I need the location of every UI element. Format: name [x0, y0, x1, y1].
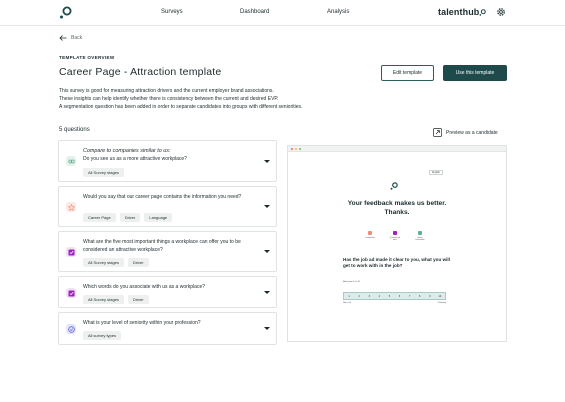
top-navigation: Surveys Dashboard Analysis talenthub: [0, 0, 565, 26]
star-icon: [66, 202, 76, 212]
external-preview-icon: [433, 128, 442, 137]
template-description: This survey is good for measuring attrac…: [59, 87, 389, 111]
tag: Driver: [127, 258, 149, 267]
question-tags: All Survey stages Driver: [83, 295, 149, 304]
question-card[interactable]: What is your level of seniority within y…: [58, 312, 277, 345]
back-label: Back: [71, 35, 83, 41]
driver-icon: [393, 231, 397, 235]
driver-label: Salary information: [415, 237, 425, 241]
question-card[interactable]: What are the five most important things …: [58, 231, 277, 272]
scale-option[interactable]: 4: [374, 293, 384, 299]
question-tags: All survey types: [83, 331, 122, 340]
scale-option[interactable]: 9: [425, 293, 435, 299]
preview-driver-icons: Competitive Quickest job offer Salary in…: [364, 231, 426, 241]
question-group-label: Compare to companies similar to us:: [83, 148, 171, 154]
brand-logo-icon: [479, 9, 487, 16]
nav-surveys[interactable]: Surveys: [161, 9, 183, 15]
question-text: What are the five most important things …: [83, 239, 241, 253]
multiple-choice-icon: [66, 247, 76, 257]
preview-scale-instruction: Rate from 1 to 10: [343, 281, 360, 283]
question-count: 5 questions: [59, 127, 90, 133]
tag: All Survey stages: [83, 258, 124, 267]
nav-dashboard[interactable]: Dashboard: [240, 9, 269, 15]
survey-preview-panel: English Your feedback makes us better. T…: [287, 145, 507, 342]
question-text: Would you say that our career page conta…: [83, 194, 242, 200]
scale-option[interactable]: 6: [394, 293, 404, 299]
tag: All Survey stages: [83, 295, 124, 304]
chevron-down-icon[interactable]: [264, 160, 270, 163]
driver-icon: [418, 231, 422, 235]
question-text: What is your level of seniority within y…: [83, 320, 201, 326]
arrow-left-icon: [59, 35, 67, 41]
scale-end-labels: Not at all Definitely: [343, 302, 446, 304]
rating-scale[interactable]: 1 2 3 4 5 6 7 8 9 10: [343, 292, 446, 300]
question-tags: Career Page Driver Language: [83, 213, 173, 222]
chevron-down-icon[interactable]: [264, 327, 270, 330]
preview-headline-thanks: Thanks.: [384, 209, 410, 216]
scale-option[interactable]: 1: [344, 293, 354, 299]
tag: Career Page: [83, 213, 116, 222]
scale-option[interactable]: 8: [415, 293, 425, 299]
driver-label: Competitive: [365, 237, 375, 239]
driver-option[interactable]: Quickest job offer: [389, 231, 401, 241]
driver-option[interactable]: Competitive: [364, 231, 376, 241]
preview-headline: Your feedback makes us better.: [347, 200, 447, 207]
brand-wordmark: talenthub: [438, 7, 487, 17]
tag: Driver: [119, 213, 141, 222]
driver-icon: [368, 231, 372, 235]
chevron-down-icon[interactable]: [264, 250, 270, 253]
question-card[interactable]: Would you say that our career page conta…: [58, 186, 277, 227]
preview-question: Has the job ad made it clear to you, wha…: [343, 257, 450, 268]
nav-analysis[interactable]: Analysis: [327, 9, 349, 15]
window-dot: [299, 148, 301, 150]
description-line: This survey is good for measuring attrac…: [59, 88, 274, 94]
question-card[interactable]: Compare to companies similar to us: Do y…: [58, 140, 277, 182]
scale-option[interactable]: 3: [364, 293, 374, 299]
browser-bar: [288, 146, 506, 152]
window-dot: [295, 148, 297, 150]
edit-template-button[interactable]: Edit template: [381, 65, 434, 81]
use-template-button[interactable]: Use this template: [443, 65, 507, 81]
page-title: Career Page - Attraction template: [59, 66, 222, 78]
logo-icon[interactable]: [59, 6, 72, 19]
tag: All Survey stages: [83, 168, 124, 177]
scale-option[interactable]: 7: [405, 293, 415, 299]
description-line: These insights can help identify whether…: [59, 96, 279, 102]
question-tags: All Survey stages Driver: [83, 258, 149, 267]
question-text: Which words do you associate with us as …: [83, 284, 206, 290]
chevron-down-icon[interactable]: [264, 291, 270, 294]
section-overline: TEMPLATE OVERVIEW: [59, 55, 115, 60]
language-select[interactable]: English: [429, 170, 443, 175]
description-line: A segmentation question has been added i…: [59, 104, 303, 110]
tag: Driver: [127, 295, 149, 304]
compare-icon: [66, 156, 76, 166]
back-link[interactable]: Back: [59, 34, 82, 42]
chevron-down-icon[interactable]: [264, 205, 270, 208]
preview-link-label: Preview as a candidate: [446, 129, 498, 136]
scale-option[interactable]: 5: [384, 293, 394, 299]
preview-logo-icon: [390, 182, 398, 190]
tag: Language: [144, 213, 173, 222]
multiple-choice-icon: [66, 288, 76, 298]
question-card[interactable]: Which words do you associate with us as …: [58, 276, 277, 308]
single-choice-icon: [66, 324, 76, 334]
scale-option[interactable]: 2: [354, 293, 364, 299]
window-dot: [291, 148, 293, 150]
scale-option[interactable]: 10: [435, 293, 445, 299]
question-tags: All Survey stages: [83, 168, 124, 177]
scale-low-label: Not at all: [343, 302, 351, 304]
scale-high-label: Definitely: [437, 302, 446, 304]
gear-icon[interactable]: [496, 7, 506, 17]
driver-option[interactable]: Salary information: [414, 231, 426, 241]
preview-candidate-link[interactable]: Preview as a candidate: [433, 128, 498, 137]
driver-label: Quickest job offer: [389, 237, 401, 241]
tag: All survey types: [83, 331, 122, 340]
question-text: Do you see us as a more attractive workp…: [83, 156, 187, 162]
